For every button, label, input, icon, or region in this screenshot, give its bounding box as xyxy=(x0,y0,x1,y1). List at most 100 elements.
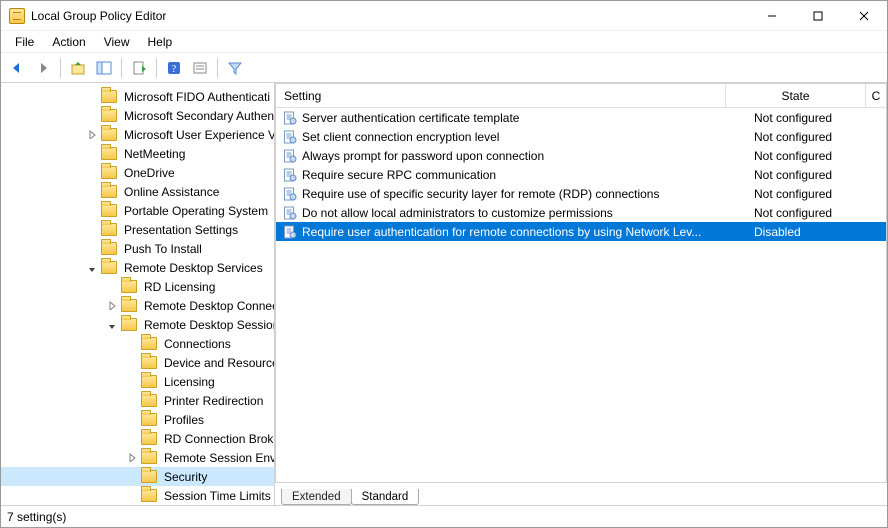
tree-item-label: NetMeeting xyxy=(121,146,188,162)
tree-item[interactable]: Profiles xyxy=(1,410,274,429)
col-comment[interactable]: C xyxy=(866,84,886,107)
folder-icon xyxy=(141,356,157,369)
window-title: Local Group Policy Editor xyxy=(31,9,166,23)
folder-icon xyxy=(101,147,117,160)
policy-tree[interactable]: Microsoft FIDO Authenticati Microsoft Sec… xyxy=(1,83,274,505)
folder-icon xyxy=(121,299,137,312)
expand-icon[interactable] xyxy=(105,299,119,313)
tree-item[interactable]: Microsoft Secondary Authen xyxy=(1,106,274,125)
blank-exp xyxy=(85,109,99,123)
collapse-icon[interactable] xyxy=(105,318,119,332)
col-setting[interactable]: Setting xyxy=(276,84,726,107)
toolbar: ? xyxy=(1,53,887,83)
list-row[interactable]: Always prompt for password upon connecti… xyxy=(276,146,886,165)
blank-exp xyxy=(125,375,139,389)
list-row[interactable]: Require user authentication for remote c… xyxy=(276,222,886,241)
menu-help[interactable]: Help xyxy=(140,33,181,51)
tree-item-label: OneDrive xyxy=(121,165,178,181)
folder-icon xyxy=(101,166,117,179)
setting-name: Require user authentication for remote c… xyxy=(302,225,746,239)
list-row[interactable]: Do not allow local administrators to cus… xyxy=(276,203,886,222)
folder-icon xyxy=(141,413,157,426)
list-row[interactable]: Set client connection encryption levelNo… xyxy=(276,127,886,146)
list-row[interactable]: Server authentication certificate templa… xyxy=(276,108,886,127)
folder-icon xyxy=(101,109,117,122)
export-button[interactable] xyxy=(127,56,151,80)
tree-item[interactable]: Push To Install xyxy=(1,239,274,258)
status-text: 7 setting(s) xyxy=(7,510,66,524)
expand-icon[interactable] xyxy=(85,128,99,142)
close-button[interactable] xyxy=(841,1,887,31)
tab-standard[interactable]: Standard xyxy=(351,489,420,505)
blank-exp xyxy=(85,166,99,180)
policy-icon xyxy=(282,129,298,145)
list-pane: Setting State C Server authentication ce… xyxy=(275,83,887,505)
tree-item[interactable]: Licensing xyxy=(1,372,274,391)
list-body[interactable]: Server authentication certificate templa… xyxy=(276,108,886,482)
list-row[interactable]: Require secure RPC communicationNot conf… xyxy=(276,165,886,184)
menu-action[interactable]: Action xyxy=(44,33,93,51)
tree-item[interactable]: OneDrive xyxy=(1,163,274,182)
tree-item-label: Connections xyxy=(161,336,234,352)
setting-name: Require secure RPC communication xyxy=(302,168,746,182)
tree-item-label: Presentation Settings xyxy=(121,222,241,238)
folder-icon xyxy=(141,394,157,407)
tree-item-label: Microsoft Secondary Authen xyxy=(121,108,274,124)
menu-view[interactable]: View xyxy=(96,33,138,51)
tab-extended[interactable]: Extended xyxy=(281,489,352,505)
folder-icon xyxy=(141,489,157,502)
tree-item[interactable]: RD Connection Broke xyxy=(1,429,274,448)
properties-button[interactable] xyxy=(188,56,212,80)
tree-item-label: Device and Resource xyxy=(161,355,274,371)
list-header: Setting State C xyxy=(276,84,886,108)
folder-icon xyxy=(141,451,157,464)
tree-item[interactable]: Portable Operating System xyxy=(1,201,274,220)
tree-item-label: Remote Desktop Connec xyxy=(141,298,274,314)
collapse-icon[interactable] xyxy=(85,261,99,275)
tree-item[interactable]: RD Licensing xyxy=(1,277,274,296)
tree-item[interactable]: Remote Desktop Connec xyxy=(1,296,274,315)
title-bar: Local Group Policy Editor xyxy=(1,1,887,31)
setting-state: Not configured xyxy=(746,130,886,144)
back-button[interactable] xyxy=(5,56,29,80)
help-button[interactable]: ? xyxy=(162,56,186,80)
forward-button[interactable] xyxy=(31,56,55,80)
show-hide-tree-button[interactable] xyxy=(92,56,116,80)
tree-item[interactable]: Security xyxy=(1,467,274,486)
tree-item[interactable]: NetMeeting xyxy=(1,144,274,163)
tree-item[interactable]: Session Time Limits xyxy=(1,486,274,505)
tree-item[interactable]: Presentation Settings xyxy=(1,220,274,239)
tree-item[interactable]: Microsoft FIDO Authenticati xyxy=(1,87,274,106)
setting-name: Always prompt for password upon connecti… xyxy=(302,149,746,163)
tree-pane: Microsoft FIDO Authenticati Microsoft Sec… xyxy=(1,83,275,505)
view-tabs: Extended Standard xyxy=(275,483,887,505)
tree-item[interactable]: Remote Desktop Session xyxy=(1,315,274,334)
setting-state: Not configured xyxy=(746,206,886,220)
tree-item[interactable]: Device and Resource xyxy=(1,353,274,372)
maximize-button[interactable] xyxy=(795,1,841,31)
tree-item[interactable]: Printer Redirection xyxy=(1,391,274,410)
tree-item[interactable]: Online Assistance xyxy=(1,182,274,201)
blank-exp xyxy=(125,356,139,370)
folder-icon xyxy=(101,242,117,255)
menu-file[interactable]: File xyxy=(7,33,42,51)
minimize-button[interactable] xyxy=(749,1,795,31)
list-row[interactable]: Require use of specific security layer f… xyxy=(276,184,886,203)
blank-exp xyxy=(85,90,99,104)
tree-item[interactable]: Connections xyxy=(1,334,274,353)
folder-icon xyxy=(101,261,117,274)
filter-button[interactable] xyxy=(223,56,247,80)
tree-item-label: Security xyxy=(161,469,210,485)
policy-icon xyxy=(282,205,298,221)
blank-exp xyxy=(105,280,119,294)
expand-icon[interactable] xyxy=(125,451,139,465)
tree-item[interactable]: Remote Desktop Services xyxy=(1,258,274,277)
tree-item[interactable]: Microsoft User Experience Vi xyxy=(1,125,274,144)
blank-exp xyxy=(85,147,99,161)
col-state[interactable]: State xyxy=(726,84,866,107)
blank-exp xyxy=(125,489,139,503)
up-button[interactable] xyxy=(66,56,90,80)
folder-icon xyxy=(121,280,137,293)
tree-item[interactable]: Remote Session Envir xyxy=(1,448,274,467)
folder-icon xyxy=(141,337,157,350)
